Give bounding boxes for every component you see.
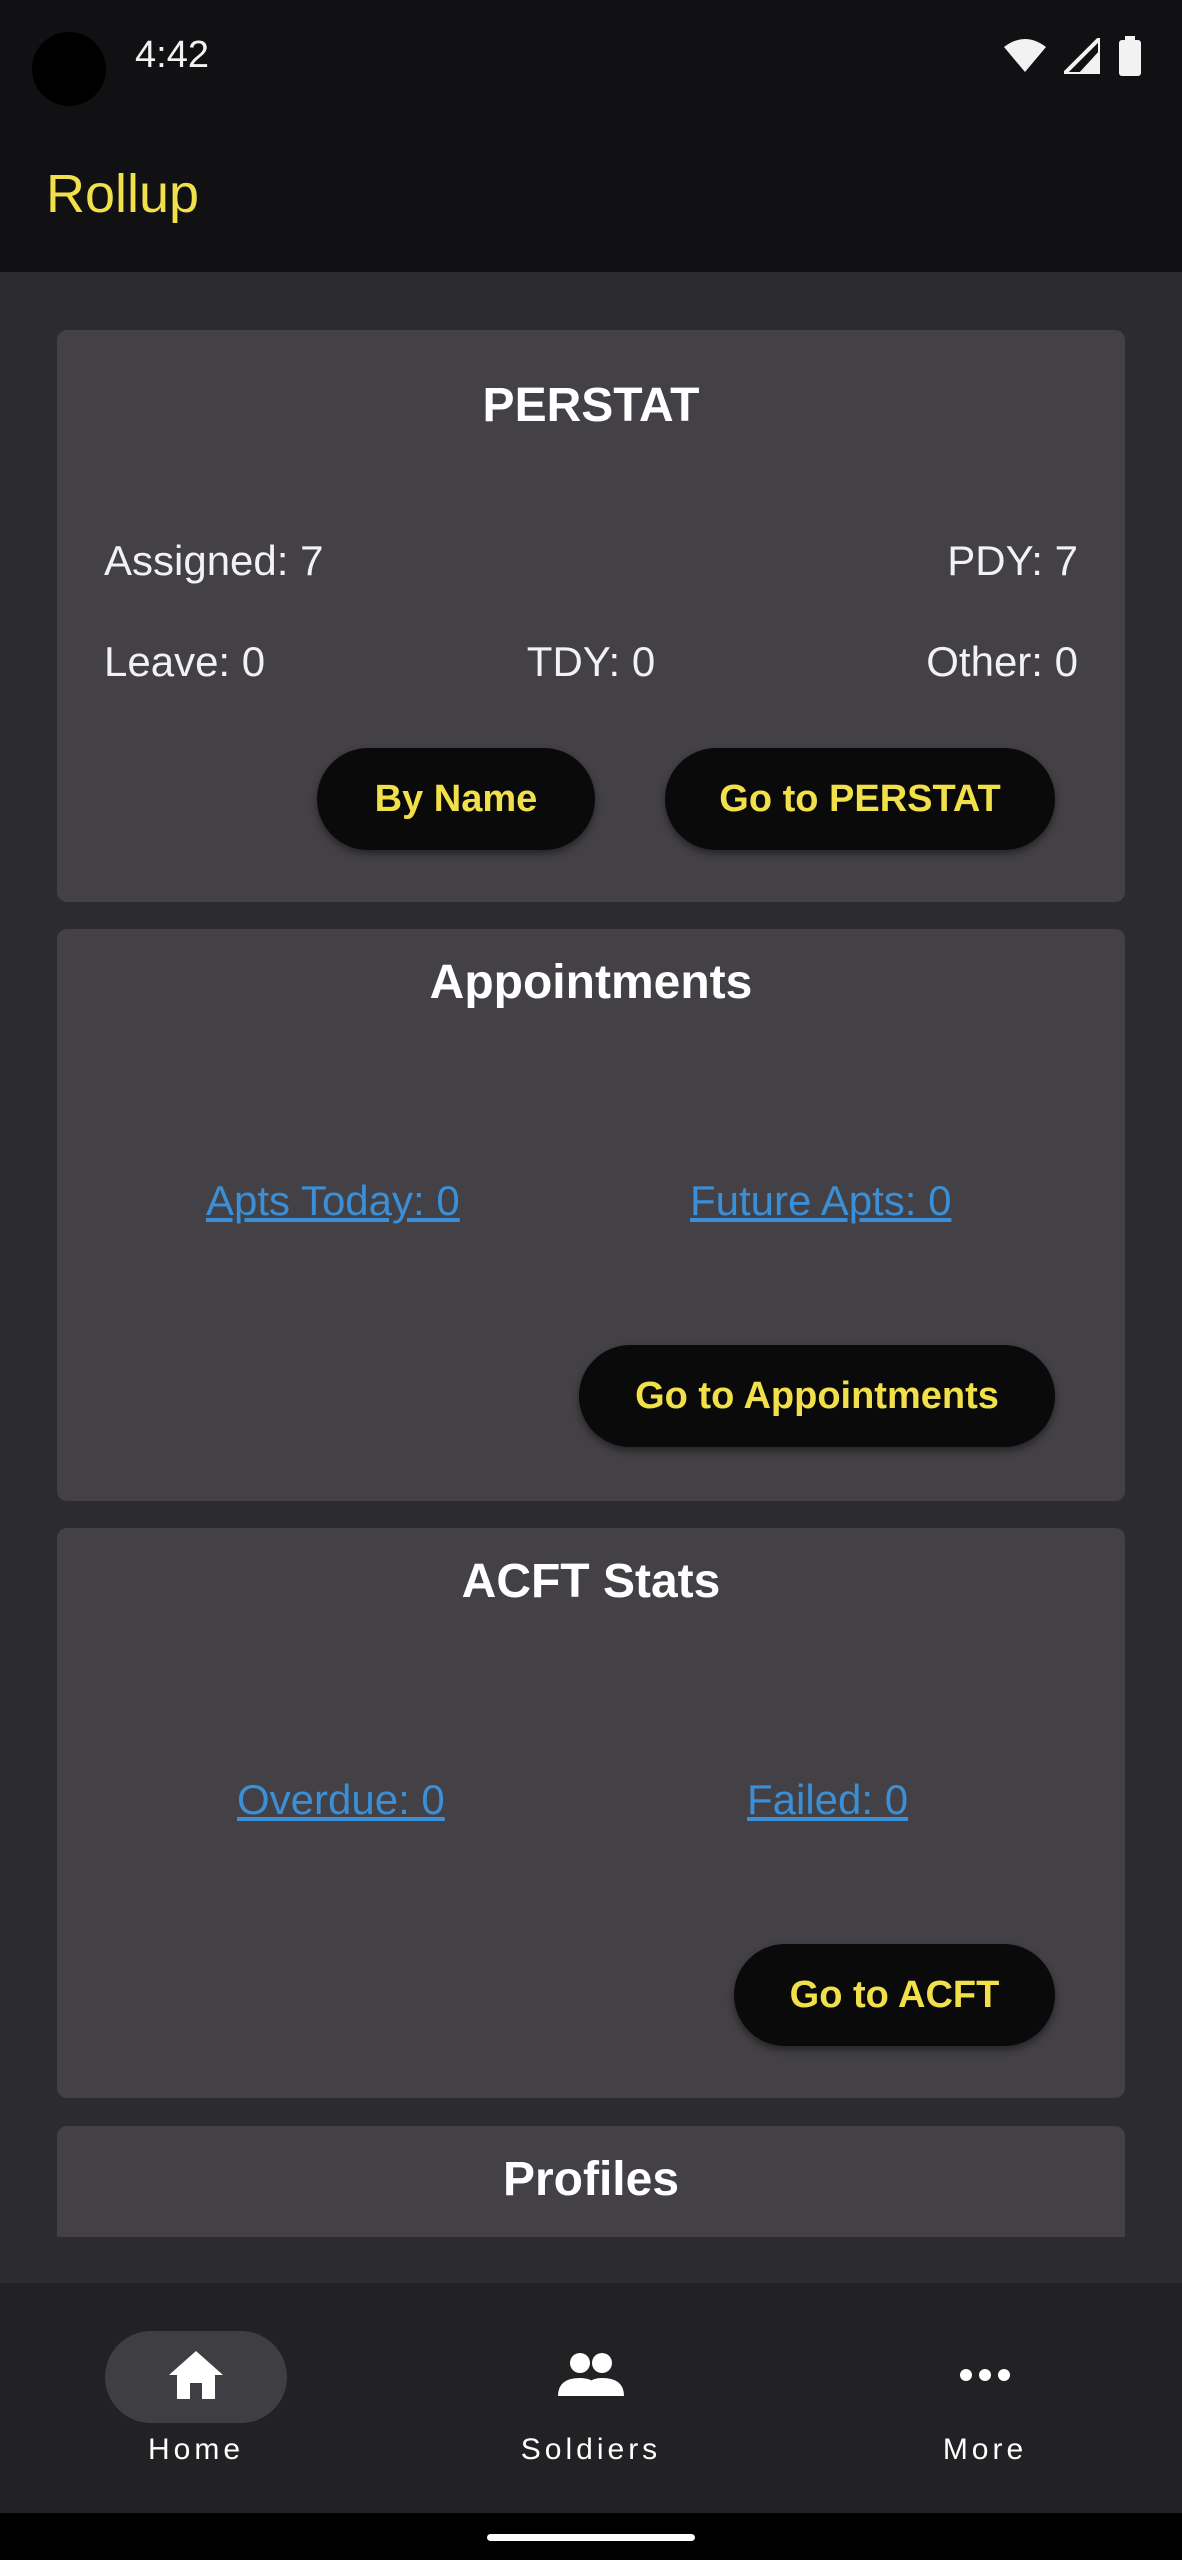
- status-icons: [1004, 33, 1142, 81]
- cell-signal-icon: [1059, 33, 1102, 79]
- go-to-appointments-button[interactable]: Go to Appointments: [579, 1345, 1055, 1447]
- battery-icon: [1118, 36, 1142, 81]
- apts-today-link[interactable]: Apts Today: 0: [206, 1177, 460, 1225]
- go-to-acft-button[interactable]: Go to ACFT: [734, 1944, 1055, 2046]
- nav-home-indicator: [105, 2331, 287, 2423]
- nav-soldiers-indicator: [500, 2331, 682, 2423]
- future-apts-link[interactable]: Future Apts: 0: [690, 1177, 951, 1225]
- nav-soldiers[interactable]: Soldiers: [461, 2331, 721, 2481]
- bottom-navigation: Home Soldiers More: [0, 2283, 1182, 2513]
- nav-more[interactable]: More: [855, 2331, 1115, 2481]
- more-horiz-icon: [959, 2368, 1011, 2387]
- gesture-area: [0, 2513, 1182, 2560]
- home-icon: [167, 2349, 225, 2406]
- people-icon: [558, 2352, 624, 2403]
- appointments-card: Appointments Apts Today: 0 Future Apts: …: [57, 929, 1125, 1501]
- nav-more-label: More: [942, 2433, 1028, 2466]
- status-time: 4:42: [135, 34, 209, 76]
- nav-soldiers-label: Soldiers: [520, 2433, 662, 2466]
- rollup-content[interactable]: PERSTAT Assigned: 7 PDY: 7 Leave: 0 TDY:…: [0, 272, 1182, 2237]
- gesture-handle[interactable]: [487, 2534, 695, 2541]
- overdue-link[interactable]: Overdue: 0: [237, 1776, 445, 1824]
- by-name-button[interactable]: By Name: [317, 748, 595, 850]
- profiles-title: Profiles: [502, 2153, 680, 2206]
- status-bar: 4:42: [0, 0, 1182, 115]
- nav-more-indicator: [894, 2331, 1076, 2423]
- perstat-card: PERSTAT Assigned: 7 PDY: 7 Leave: 0 TDY:…: [57, 330, 1125, 902]
- acft-card: ACFT Stats Overdue: 0 Failed: 0 Go to AC…: [57, 1528, 1125, 2098]
- go-to-perstat-button[interactable]: Go to PERSTAT: [665, 748, 1055, 850]
- camera-cutout: [32, 32, 106, 106]
- acft-title: ACFT Stats: [461, 1555, 721, 1608]
- assigned-count: Assigned: 7: [104, 537, 324, 584]
- nav-home-label: Home: [147, 2433, 245, 2466]
- other-count: Other: 0: [926, 638, 1078, 685]
- nav-home[interactable]: Home: [66, 2331, 326, 2481]
- app-title: Rollup: [46, 164, 200, 224]
- failed-link[interactable]: Failed: 0: [747, 1776, 908, 1824]
- appointments-title: Appointments: [429, 956, 753, 1009]
- perstat-title: PERSTAT: [482, 379, 700, 432]
- app-bar: Rollup: [0, 115, 1182, 272]
- pdy-count: PDY: 7: [947, 537, 1078, 584]
- profiles-card: Profiles: [57, 2126, 1125, 2237]
- wifi-icon: [1004, 39, 1046, 78]
